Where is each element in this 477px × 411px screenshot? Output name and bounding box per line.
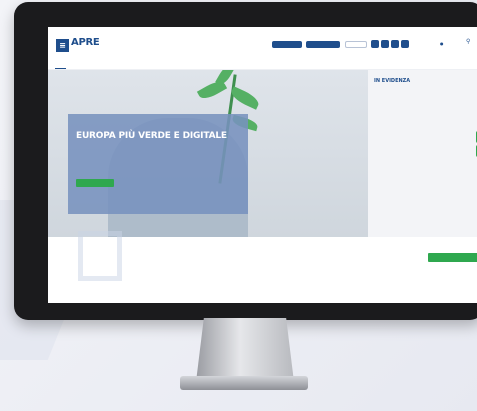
decorative-frame <box>78 231 122 281</box>
plant-leaf-image <box>228 86 262 110</box>
logo-text[interactable]: APRE <box>71 37 100 48</box>
hero-title: EUROPA PIÙ VERDE E DIGITALE <box>76 131 227 141</box>
news-sidebar: IN EVIDENZA <box>368 70 477 237</box>
linkedin-icon[interactable] <box>391 40 399 48</box>
monitor-frame: ≡ APRE ● ⚲ EUROPA PIÙ VERDE E DIGITALE I… <box>14 2 477 320</box>
logo-icon[interactable]: ≡ <box>56 39 69 52</box>
hero-text-panel <box>68 114 248 214</box>
intro-cta-button[interactable] <box>428 253 477 262</box>
main-navigation <box>48 59 477 70</box>
nav-active-indicator <box>55 68 66 69</box>
account-link[interactable]: ● <box>440 41 444 46</box>
facebook-icon[interactable] <box>371 40 379 48</box>
website-screen: ≡ APRE ● ⚲ EUROPA PIÙ VERDE E DIGITALE I… <box>48 27 477 303</box>
user-icon: ● <box>440 41 444 46</box>
monitor-stand <box>196 318 294 382</box>
search-icon[interactable]: ⚲ <box>466 38 470 45</box>
youtube-icon[interactable] <box>401 40 409 48</box>
twitter-icon[interactable] <box>381 40 389 48</box>
header-button-2[interactable] <box>306 41 340 48</box>
header-button-1[interactable] <box>272 41 302 48</box>
sidebar-title: IN EVIDENZA <box>374 78 411 84</box>
monitor-base <box>180 376 308 390</box>
hero-cta-button[interactable] <box>76 179 114 187</box>
header-button-3[interactable] <box>345 41 367 48</box>
